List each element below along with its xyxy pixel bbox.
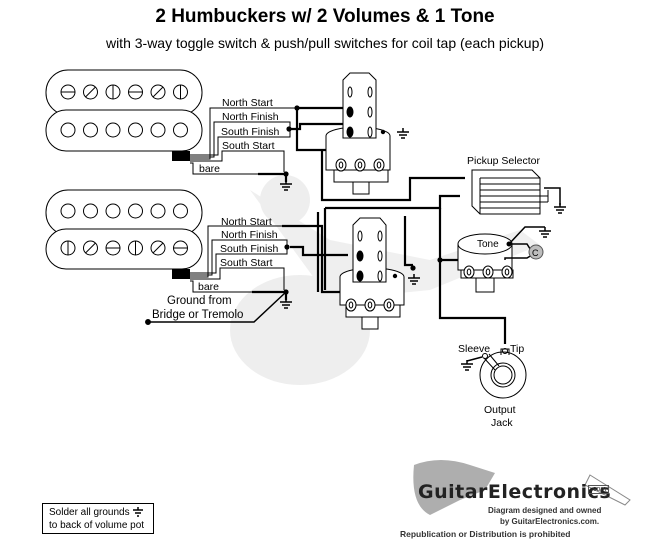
pickup-selector-label: Pickup Selector <box>467 155 540 167</box>
slug-pole-piece <box>173 203 188 219</box>
slug-pole-piece <box>150 203 166 219</box>
switch-lug <box>377 230 383 242</box>
pot-terminal <box>482 265 494 279</box>
ground-icon <box>397 128 409 139</box>
neck-north-start-label: North Start <box>222 97 273 109</box>
pot-terminal <box>463 265 475 279</box>
ground-note-line1: Solder all grounds <box>49 507 130 518</box>
pot-terminal <box>373 158 385 172</box>
ground-note-box: Solder all grounds to back of volume pot <box>42 503 154 534</box>
switch-lug <box>377 250 383 262</box>
switch-lug <box>357 230 363 242</box>
ground-note-line2: to back of volume pot <box>49 520 145 531</box>
switch-lug <box>347 86 353 98</box>
tone-label: Tone <box>477 239 499 250</box>
slug-pole-piece <box>128 203 143 219</box>
ground-icon <box>539 227 551 238</box>
neck-lead-sheath <box>172 151 190 161</box>
slug-pole-piece <box>60 203 76 219</box>
volume-pot-1-terminals <box>335 158 385 172</box>
tone-pot-terminals <box>463 265 513 279</box>
pot-terminal <box>364 298 376 312</box>
ground-icon <box>461 360 473 371</box>
slug-pole-piece <box>105 203 121 219</box>
switch-lug <box>356 250 364 262</box>
neck-south-finish-label: South Finish <box>221 126 280 138</box>
switch-lug <box>367 106 373 118</box>
switch-lug <box>367 126 373 138</box>
output-jack <box>479 348 527 399</box>
ground-from-label: Ground from <box>167 295 232 307</box>
neck-humbucker <box>45 69 203 152</box>
jack-label: Jack <box>491 417 513 429</box>
watermark-brand: GuitarElectronics <box>418 481 612 503</box>
volume-pot-1 <box>325 72 391 195</box>
capacitor-label: C <box>532 248 539 258</box>
slug-pole-piece <box>83 203 98 219</box>
bridge-lead-sheath <box>172 269 190 279</box>
bridge-north-finish-label: North Finish <box>221 229 278 241</box>
bridge-north-start-label: North Start <box>221 216 272 228</box>
switch-lug <box>356 270 364 282</box>
bridge-bare-label: bare <box>198 281 219 293</box>
neck-pole-pieces-screws <box>60 84 188 100</box>
pot-terminal <box>345 298 357 312</box>
guitarelectronics-watermark: GuitarElectronics .com Diagram designed … <box>400 455 640 540</box>
pot-terminal <box>335 158 347 172</box>
tone-wiper-junction <box>506 241 512 247</box>
bridge-pole-pieces-slugs <box>60 203 188 219</box>
bridge-south-start-label: South Start <box>220 257 273 269</box>
switch-lug <box>346 126 354 138</box>
watermark-line2: by GuitarElectronics.com. <box>500 517 600 526</box>
neck-north-finish-label: North Finish <box>222 111 279 123</box>
pot-terminal <box>383 298 395 312</box>
volume-pot-2 <box>339 217 405 330</box>
bridge-humbucker <box>45 189 203 270</box>
volume-pot-2-terminals <box>345 298 395 312</box>
switch-lug <box>367 86 373 98</box>
neck-bare-label: bare <box>199 163 220 175</box>
jack-sleeve-ground <box>466 356 483 362</box>
sleeve-label: Sleeve <box>458 343 490 355</box>
output-label: Output <box>484 404 516 416</box>
tip-label: Tip <box>510 343 524 355</box>
watermark-line3: Republication or Distribution is prohibi… <box>400 529 571 539</box>
switch-lug <box>377 270 383 282</box>
watermark-brand-suffix: .com <box>588 485 610 494</box>
watermark-line1: Diagram designed and owned <box>488 506 602 515</box>
bridge-lead-labels: North Start North Finish South Finish So… <box>198 216 279 293</box>
switch-lug <box>346 106 354 118</box>
bridge-south-finish-label: South Finish <box>220 243 279 255</box>
bridge-or-tremolo-label: Bridge or Tremolo <box>152 309 243 321</box>
pot-terminal <box>354 158 366 172</box>
pickup-selector-switch <box>471 169 549 215</box>
neck-south-start-label: South Start <box>222 140 275 152</box>
pot-terminal <box>501 265 513 279</box>
ground-icon <box>133 507 144 518</box>
neck-lead-labels: North Start North Finish South Finish So… <box>199 97 280 175</box>
